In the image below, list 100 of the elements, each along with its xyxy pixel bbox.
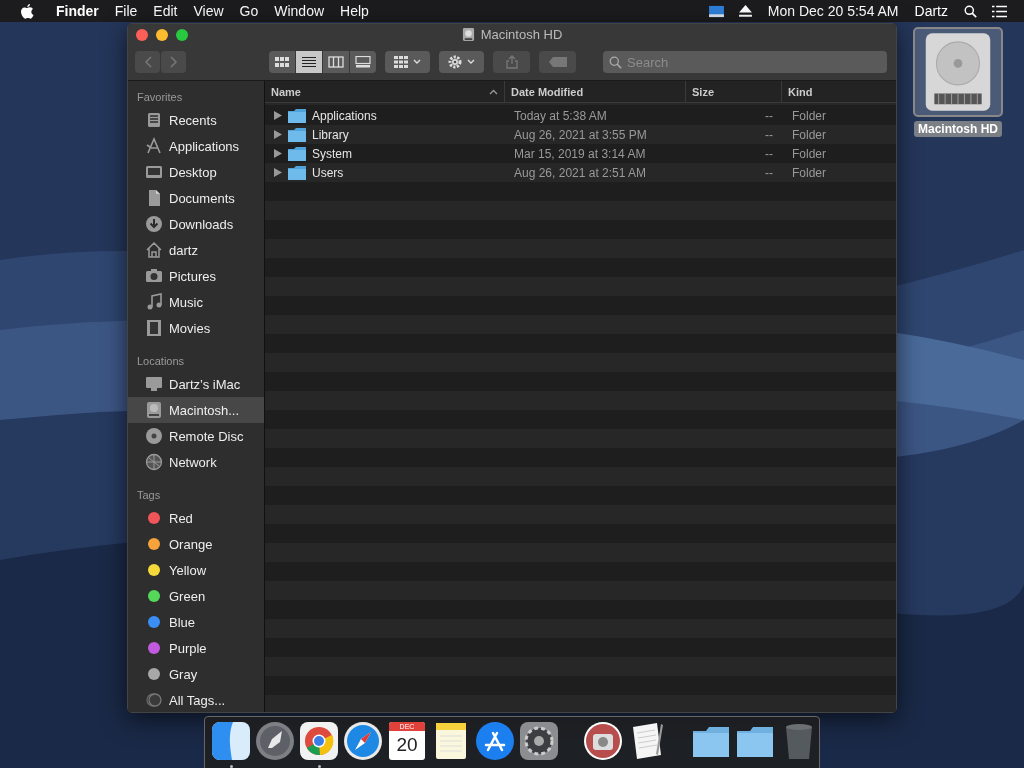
column-header[interactable]: Date Modified: [505, 81, 686, 102]
sidebar-item[interactable]: Pictures: [128, 263, 264, 289]
menu-clock[interactable]: Mon Dec 20 5:54 AM: [759, 3, 907, 19]
file-row[interactable]: Applications Today at 5:38 AM -- Folder: [265, 106, 896, 125]
zoom-button[interactable]: [176, 29, 188, 41]
action-button[interactable]: [439, 51, 484, 73]
compass-lines-icon: [145, 137, 163, 155]
display-icon[interactable]: [708, 4, 724, 18]
camera-icon: [145, 267, 163, 285]
sidebar-item[interactable]: Red: [128, 505, 264, 531]
minimize-button[interactable]: [156, 29, 168, 41]
column-header[interactable]: Name: [265, 81, 505, 102]
download-icon: [145, 215, 163, 233]
sidebar-item[interactable]: Blue: [128, 609, 264, 635]
gallery-icon: [355, 56, 371, 68]
rocket-icon[interactable]: [255, 721, 295, 761]
back-icon: [143, 56, 152, 68]
forward-icon: [169, 56, 178, 68]
sidebar-item[interactable]: Remote Disc: [128, 423, 264, 449]
grid-icon: [274, 56, 290, 68]
menu-item[interactable]: Go: [231, 3, 267, 19]
sidebar-item[interactable]: Purple: [128, 635, 264, 661]
file-row[interactable]: Users Aug 26, 2021 at 2:51 AM -- Folder: [265, 163, 896, 182]
sidebar-item[interactable]: Orange: [128, 531, 264, 557]
desktop-icon-label[interactable]: Macintosh HD: [914, 121, 1002, 137]
sidebar-item[interactable]: Network: [128, 449, 264, 475]
kind-cell-text: Folder: [791, 146, 827, 161]
view-mode-tab[interactable]: [350, 51, 376, 73]
sidebar-item[interactable]: Recents: [128, 107, 264, 133]
file-name: Applications: [312, 108, 377, 123]
menu-item[interactable]: View: [185, 3, 232, 19]
date-cell-text: Aug 26, 2021 at 3:55 PM: [513, 127, 648, 142]
sidebar-item[interactable]: Yellow: [128, 557, 264, 583]
sidebar-item[interactable]: dartz: [128, 237, 264, 263]
size-cell-text: --: [764, 165, 774, 180]
kind-cell-text: Folder: [791, 108, 827, 123]
kind-cell-text: Folder: [791, 165, 827, 180]
folder-icon: [288, 146, 306, 161]
menu-item[interactable]: Edit: [145, 3, 186, 19]
camera-circle-icon[interactable]: [583, 721, 623, 761]
computer-icon: [145, 375, 163, 393]
settings-icon[interactable]: [519, 721, 559, 761]
sidebar-item[interactable]: Music: [128, 289, 264, 315]
music-note-icon: [145, 293, 163, 311]
sidebar-item[interactable]: Movies: [128, 315, 264, 341]
file-row[interactable]: Library Aug 26, 2021 at 3:55 PM -- Folder: [265, 125, 896, 144]
sidebar-item[interactable]: All Tags...: [128, 687, 264, 712]
size-cell-text: --: [764, 146, 774, 161]
list-icon: [301, 56, 317, 68]
hard-drive-icon: [461, 28, 475, 41]
sidebar-item[interactable]: Downloads: [128, 211, 264, 237]
date-cell-text: Mar 15, 2019 at 3:14 AM: [513, 146, 647, 161]
view-mode-tab[interactable]: [296, 51, 322, 73]
folder-icon: [288, 127, 306, 142]
apple-icon[interactable]: [20, 3, 34, 19]
sidebar-item[interactable]: Desktop: [128, 159, 264, 185]
menu-item[interactable]: File: [106, 3, 146, 19]
date-cell-text: Today at 5:38 AM: [513, 108, 608, 123]
close-button[interactable]: [136, 29, 148, 41]
search-icon[interactable]: [963, 4, 978, 18]
user-menu[interactable]: Dartz: [906, 3, 956, 19]
compass-icon[interactable]: [343, 721, 383, 761]
view-mode-tab[interactable]: [269, 51, 295, 73]
disclosure-triangle-icon[interactable]: [274, 168, 282, 177]
disclosure-triangle-icon[interactable]: [274, 149, 282, 158]
window-title: Macintosh HD: [480, 27, 563, 42]
sidebar-item[interactable]: Dartz’s iMac: [128, 371, 264, 397]
group-button[interactable]: [385, 51, 430, 73]
menu-item[interactable]: Help: [332, 3, 377, 19]
menu-icon[interactable]: [992, 4, 1007, 18]
sidebar-item[interactable]: Green: [128, 583, 264, 609]
share-icon: [505, 55, 518, 69]
sidebar-heading: Locations: [136, 354, 186, 369]
disclosure-triangle-icon[interactable]: [274, 130, 282, 139]
eject-icon[interactable]: [737, 4, 753, 18]
size-cell-text: --: [764, 108, 774, 123]
column-header[interactable]: Size: [686, 81, 782, 102]
sidebar-heading: Favorites: [136, 90, 184, 105]
disclosure-triangle-icon[interactable]: [274, 111, 282, 120]
hard-drive-icon[interactable]: [913, 27, 1003, 117]
disc-icon: [145, 427, 163, 445]
file-row[interactable]: System Mar 15, 2019 at 3:14 AM -- Folder: [265, 144, 896, 163]
globe-icon: [145, 453, 163, 471]
hard-drive-icon: [145, 401, 163, 419]
film-icon: [145, 319, 163, 337]
app-menu[interactable]: Finder: [48, 3, 107, 19]
file-name: System: [312, 146, 352, 161]
sidebar-item[interactable]: Macintosh...: [128, 397, 264, 423]
sidebar-item[interactable]: Applications: [128, 133, 264, 159]
size-cell-text: --: [764, 127, 774, 142]
monitor-icon: [145, 163, 163, 181]
tag-circles-icon: [145, 691, 163, 709]
file-name: Library: [312, 127, 349, 142]
calendar-day: 20: [396, 731, 418, 758]
view-mode-tab[interactable]: [323, 51, 349, 73]
column-header[interactable]: Kind: [782, 81, 896, 102]
menu-item[interactable]: Window: [266, 3, 333, 19]
sidebar-item[interactable]: Documents: [128, 185, 264, 211]
grid-caret-icon: [393, 56, 422, 68]
sidebar-item[interactable]: Gray: [128, 661, 264, 687]
